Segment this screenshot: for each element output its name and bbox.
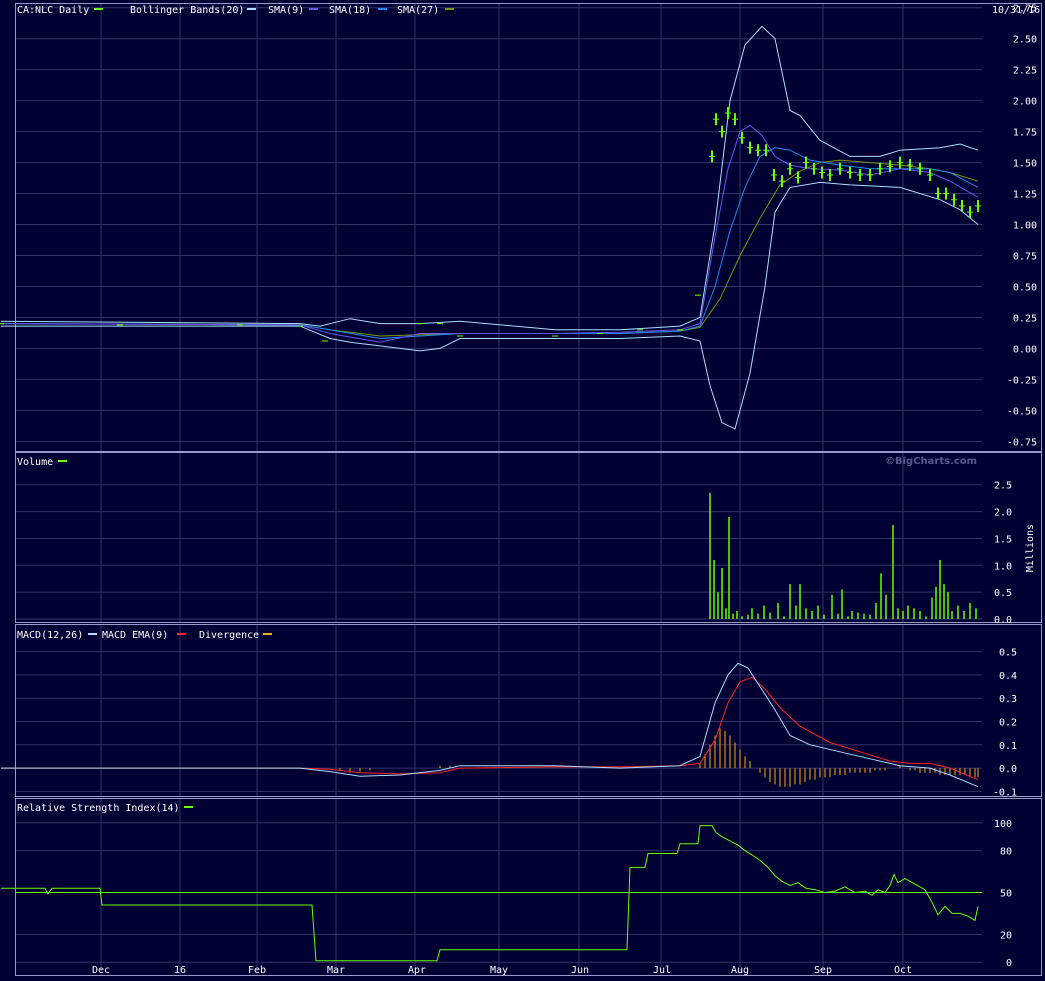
copyright-label: ©BigCharts.com [885, 456, 977, 467]
rsi-tick-label: 50 [1000, 889, 1012, 900]
volume-tick-label: 0.0 [994, 615, 1012, 626]
price-tick-label: 1.25 [1013, 190, 1037, 201]
x-axis-month-label: Jun [571, 965, 589, 976]
volume-panel-frame [15, 452, 1042, 623]
rsi-tick-label: 80 [1000, 847, 1012, 858]
x-axis-month-label: Apr [408, 965, 426, 976]
axis-ticks: 2.752.502.252.001.751.501.251.000.750.50… [92, 4, 1037, 976]
sma18-label: SMA(18) [329, 5, 371, 16]
macd-tick-label: -0.1 [993, 787, 1017, 798]
volume-units-label: Millions [1025, 524, 1036, 572]
volume-tick-label: 0.5 [994, 588, 1012, 599]
sma27-legend-swatch [445, 8, 454, 10]
price-tick-label: 0.00 [1013, 344, 1037, 355]
sma18-legend-swatch [378, 8, 387, 10]
macd-tick-label: 0.1 [999, 741, 1017, 752]
chart-canvas: 2.752.502.252.001.751.501.251.000.750.50… [0, 3, 1042, 976]
price-tick-label: 1.00 [1013, 221, 1037, 232]
volume-label: Volume [17, 457, 53, 468]
price-panel-frame [15, 3, 1042, 452]
macd-tick-label: 0.5 [999, 648, 1017, 659]
price-legend-swatch [94, 8, 103, 10]
x-axis-month-label: Sep [814, 965, 832, 976]
sma18-line [0, 147, 979, 340]
volume-tick-label: 2.0 [994, 508, 1012, 519]
x-axis-month-label: 16 [174, 965, 186, 976]
macd-ema-legend-swatch [177, 633, 186, 635]
bollinger-lower-line [1, 181, 979, 430]
price-tick-label: 1.75 [1013, 128, 1037, 139]
sma9-legend-swatch [309, 8, 318, 10]
price-tick-label: 0.75 [1013, 251, 1037, 262]
macd-tick-label: 0.0 [999, 764, 1017, 775]
price-tick-label: -0.25 [1007, 375, 1037, 386]
macd-tick-label: 0.4 [999, 671, 1017, 682]
chart-series [0, 25, 982, 962]
price-tick-label: 2.50 [1013, 35, 1037, 46]
macd-label: MACD(12,26) [17, 630, 83, 641]
x-axis-month-label: Aug [731, 965, 749, 976]
macd-tick-label: 0.3 [999, 694, 1017, 705]
rsi-label: Relative Strength Index(14) [17, 803, 180, 814]
x-axis-month-label: Dec [92, 965, 110, 976]
price-tick-label: 1.50 [1013, 159, 1037, 170]
macd-tick-label: 0.2 [999, 718, 1017, 729]
x-axis-month-label: Oct [894, 965, 912, 976]
macd-legend-swatch [88, 633, 97, 635]
rsi-line [1, 825, 979, 962]
x-axis-month-label: Feb [248, 965, 266, 976]
price-tick-label: -0.75 [1007, 437, 1037, 448]
rsi-tick-label: 20 [1000, 930, 1012, 941]
price-tick-label: 0.50 [1013, 282, 1037, 293]
x-axis-month-label: May [490, 965, 508, 976]
volume-tick-label: 2.5 [994, 481, 1012, 492]
sma9-line [0, 124, 979, 343]
rsi-tick-label: 100 [994, 819, 1012, 830]
sma27-label: SMA(27) [397, 5, 439, 16]
sma9-label: SMA(9) [268, 5, 304, 16]
bollinger-upper-line [0, 25, 979, 331]
bollinger-label: Bollinger Bands(20) [130, 5, 244, 16]
date-label: 10/31/16 [992, 5, 1040, 16]
macd-ema-line [1, 676, 979, 781]
rsi-panel-frame [15, 798, 1042, 976]
x-axis-month-label: Jul [653, 965, 671, 976]
price-tick-label: 0.25 [1013, 313, 1037, 324]
price-tick-label: 2.00 [1013, 97, 1037, 108]
macd-panel-frame [15, 624, 1042, 797]
divergence-label: Divergence [199, 630, 259, 641]
divergence-legend-swatch [263, 633, 272, 635]
rsi-tick-label: 0 [1006, 958, 1012, 969]
price-tick-label: 2.25 [1013, 66, 1037, 77]
price-symbol-label: CA:NLC Daily [17, 5, 89, 16]
volume-tick-label: 1.5 [994, 534, 1012, 545]
sma27-line [0, 159, 979, 337]
volume-tick-label: 1.0 [994, 561, 1012, 572]
stock-chart: 2.75 2.50 2.25 2.00 1.75 1.50 1.25 1.00 0.75 0.50… [0, 0, 1045, 981]
price-tick-label: -0.50 [1007, 406, 1037, 417]
rsi-legend-swatch [184, 806, 193, 808]
bollinger-legend-swatch [247, 8, 256, 10]
volume-legend-swatch [58, 460, 67, 462]
x-axis-month-label: Mar [327, 965, 345, 976]
macd-ema-label: MACD EMA(9) [102, 630, 168, 641]
